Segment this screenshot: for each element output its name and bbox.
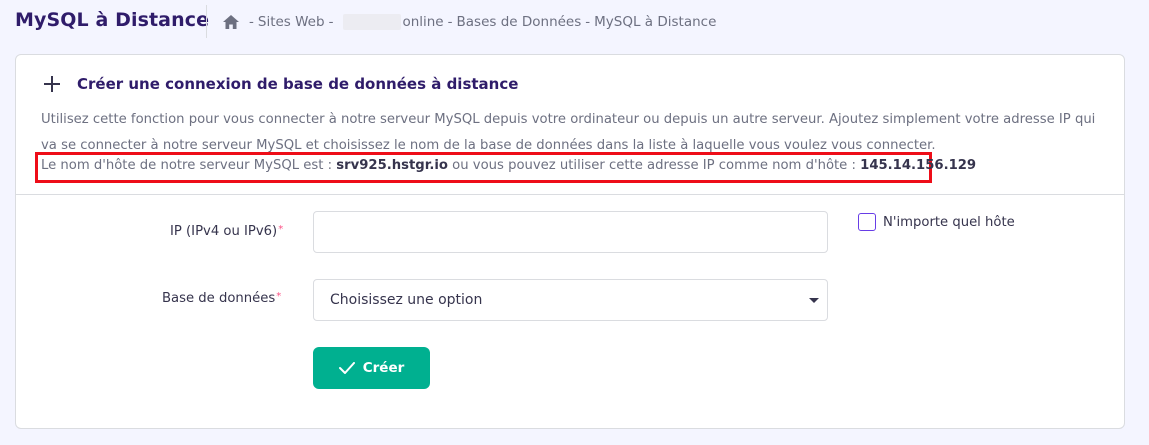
card-title: Créer une connexion de base de données à… bbox=[77, 75, 519, 93]
breadcrumb-separator: - bbox=[249, 14, 254, 30]
card-divider bbox=[16, 194, 1124, 195]
breadcrumb-domain[interactable]: online bbox=[402, 14, 443, 30]
breadcrumb-separator: - bbox=[585, 14, 591, 30]
ip-label-text: IP (IPv4 ou IPv6) bbox=[170, 224, 278, 239]
breadcrumb-sites-web[interactable]: Sites Web bbox=[258, 14, 325, 30]
breadcrumb-separator: - bbox=[328, 14, 334, 30]
host-ip-value: 145.14.156.129 bbox=[860, 158, 977, 173]
page-title: MySQL à Distance bbox=[15, 9, 210, 31]
page-header: MySQL à Distance - Sites Web - online - … bbox=[0, 0, 1149, 44]
redacted-domain bbox=[343, 14, 402, 30]
create-button[interactable]: Créer bbox=[313, 347, 430, 389]
card-header[interactable]: Créer une connexion de base de données à… bbox=[44, 75, 518, 93]
hostname-value: srv925.hstgr.io bbox=[336, 158, 448, 173]
caret-down-icon bbox=[809, 297, 819, 303]
ip-label: IP (IPv4 ou IPv6)* bbox=[170, 224, 283, 239]
database-label: Base de données* bbox=[162, 291, 281, 306]
breadcrumb: - Sites Web - online - Bases de Données … bbox=[223, 14, 716, 30]
hostname-line: Le nom d'hôte de notre serveur MySQL est… bbox=[41, 155, 976, 177]
breadcrumb-databases[interactable]: Bases de Données bbox=[457, 14, 582, 30]
database-select[interactable]: Choisissez une option bbox=[313, 279, 828, 321]
any-host-checkbox[interactable] bbox=[858, 213, 876, 231]
breadcrumb-current: MySQL à Distance bbox=[594, 14, 717, 30]
breadcrumb-separator: - bbox=[447, 14, 453, 30]
check-icon bbox=[338, 362, 355, 374]
home-icon[interactable] bbox=[223, 15, 239, 29]
ip-input[interactable] bbox=[313, 211, 828, 253]
plus-icon[interactable] bbox=[44, 76, 60, 92]
hostname-prefix: Le nom d'hôte de notre serveur MySQL est… bbox=[41, 158, 333, 173]
database-label-text: Base de données bbox=[162, 291, 276, 306]
create-button-label: Créer bbox=[362, 360, 405, 376]
any-host-option[interactable]: N'importe quel hôte bbox=[858, 213, 1015, 231]
hostname-middle: ou vous pouvez utiliser cette adresse IP… bbox=[452, 158, 856, 173]
required-mark: * bbox=[276, 291, 282, 302]
remote-connection-card: Créer une connexion de base de données à… bbox=[15, 54, 1125, 429]
database-select-value: Choisissez une option bbox=[330, 292, 483, 308]
required-mark: * bbox=[278, 224, 284, 235]
any-host-label[interactable]: N'importe quel hôte bbox=[883, 215, 1015, 230]
header-divider bbox=[206, 5, 207, 38]
